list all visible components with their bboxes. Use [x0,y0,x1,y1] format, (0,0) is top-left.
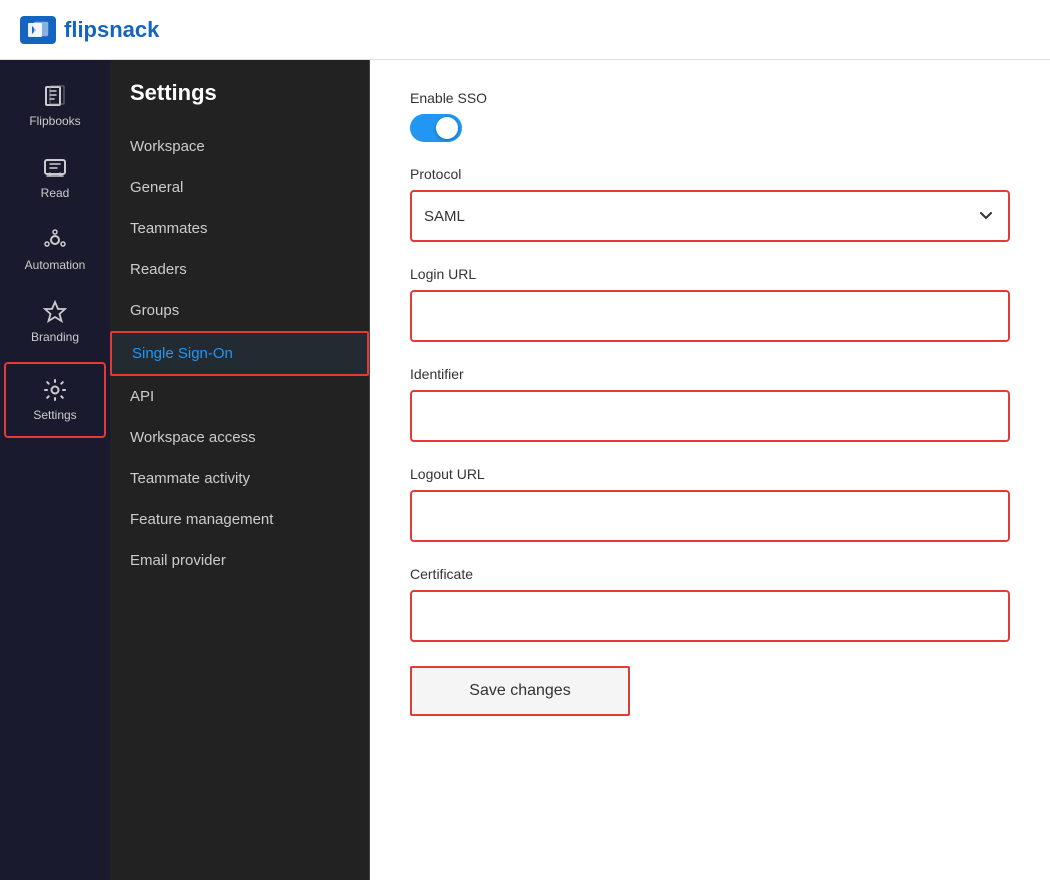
settings-sidebar: Settings Workspace General Teammates Rea… [110,60,370,880]
logout-url-input[interactable] [410,490,1010,542]
toggle-container [410,114,1010,142]
save-changes-button[interactable]: Save changes [410,666,630,716]
nav-item-branding[interactable]: Branding [0,286,110,358]
settings-nav-workspace[interactable]: Workspace [110,126,369,167]
settings-nav-teammate-activity[interactable]: Teammate activity [110,458,369,499]
logo-text: flipsnack [64,17,159,43]
certificate-label: Certificate [410,566,1010,582]
settings-nav-readers[interactable]: Readers [110,249,369,290]
nav-item-flipbooks[interactable]: Flipbooks [0,70,110,142]
settings-nav-api[interactable]: API [110,376,369,417]
protocol-label: Protocol [410,166,1010,182]
nav-item-read[interactable]: Read [0,142,110,214]
read-label: Read [41,186,70,200]
settings-nav-general[interactable]: General [110,167,369,208]
logo: flipsnack [20,16,159,44]
settings-nav-teammates[interactable]: Teammates [110,208,369,249]
logout-url-group: Logout URL [410,466,1010,542]
login-url-label: Login URL [410,266,1010,282]
branding-label: Branding [31,330,79,344]
logo-icon [20,16,56,44]
save-btn-container: Save changes [410,666,1010,716]
certificate-input[interactable] [410,590,1010,642]
read-nav-icon [43,156,67,180]
app-header: flipsnack [0,0,1050,60]
settings-nav-feature-management[interactable]: Feature management [110,499,369,540]
nav-item-settings[interactable]: Settings [4,362,106,438]
content-area: Enable SSO Protocol SAML OIDC Login URL … [370,60,1050,880]
enable-sso-label: Enable SSO [410,90,1010,106]
identifier-group: Identifier [410,366,1010,442]
book-nav-icon [43,84,67,108]
automation-nav-icon [43,228,67,252]
settings-title: Settings [110,80,369,126]
settings-nav-email-provider[interactable]: Email provider [110,540,369,581]
logout-url-label: Logout URL [410,466,1010,482]
settings-nav-groups[interactable]: Groups [110,290,369,331]
settings-nav-workspace-access[interactable]: Workspace access [110,417,369,458]
branding-nav-icon [43,300,67,324]
main-layout: Flipbooks Read Automation [0,60,1050,880]
settings-nav-icon [43,378,67,402]
automation-label: Automation [25,258,86,272]
nav-item-automation[interactable]: Automation [0,214,110,286]
login-url-group: Login URL [410,266,1010,342]
far-left-nav: Flipbooks Read Automation [0,60,110,880]
protocol-group: Protocol SAML OIDC [410,166,1010,242]
settings-label: Settings [33,408,76,422]
toggle-slider [410,114,462,142]
identifier-input[interactable] [410,390,1010,442]
settings-nav-sso[interactable]: Single Sign-On [110,331,369,376]
flipbooks-label: Flipbooks [29,114,80,128]
protocol-select[interactable]: SAML OIDC [410,190,1010,242]
enable-sso-section: Enable SSO [410,90,1010,142]
sso-toggle[interactable] [410,114,462,142]
certificate-group: Certificate [410,566,1010,642]
login-url-input[interactable] [410,290,1010,342]
identifier-label: Identifier [410,366,1010,382]
